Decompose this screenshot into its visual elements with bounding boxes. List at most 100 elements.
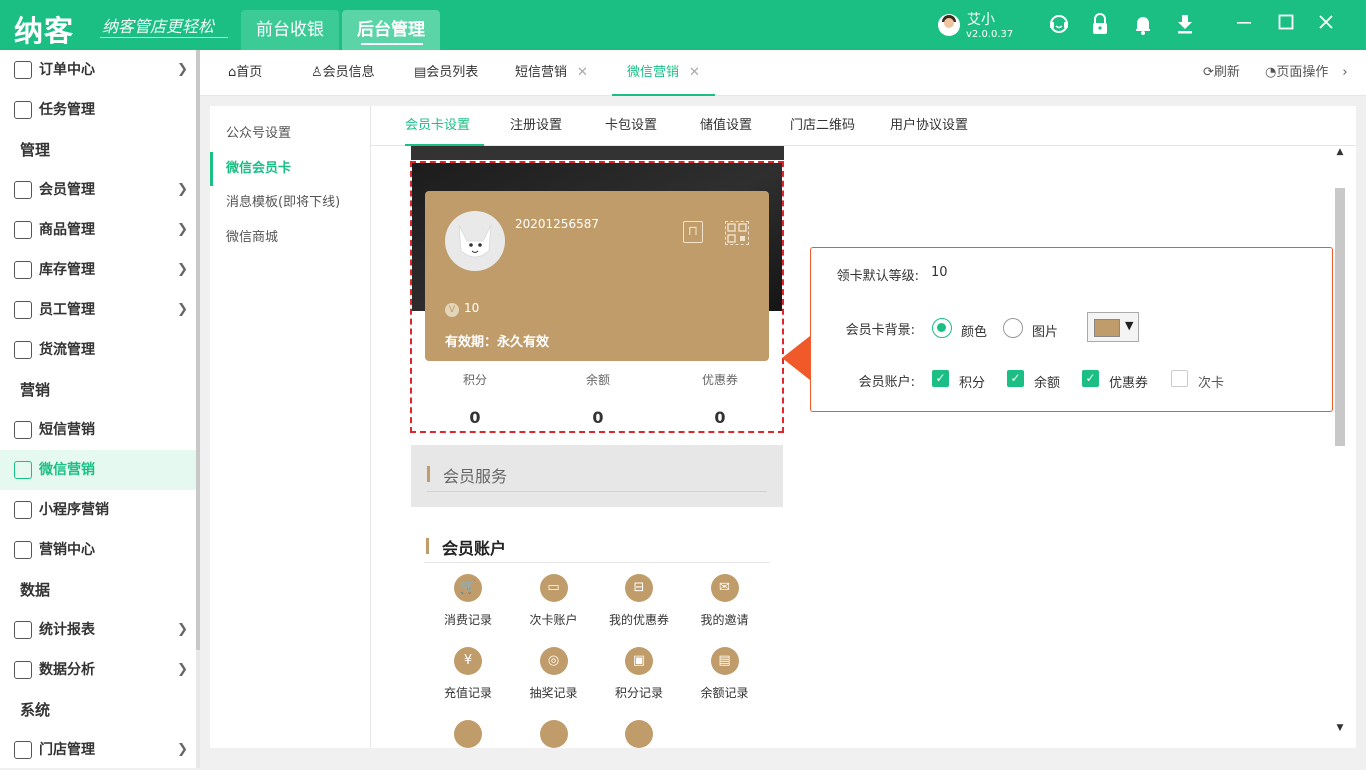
card-stat-1: 余额 0: [543, 371, 653, 427]
sidebar-item-9[interactable]: 短信营销: [0, 410, 196, 450]
tab-close-icon[interactable]: ✕: [577, 65, 588, 80]
bell-icon[interactable]: [1131, 13, 1155, 37]
inner-tab-0[interactable]: 会员卡设置: [405, 106, 485, 146]
color-picker[interactable]: ▼: [1087, 312, 1139, 342]
refresh-button[interactable]: ⟳刷新: [1203, 50, 1240, 96]
member-account-title: 会员账户: [442, 539, 507, 558]
account-item-label: 我的邀请: [700, 613, 749, 627]
page-operations-button[interactable]: ◔页面操作 ›: [1265, 50, 1348, 96]
bg-color-radio[interactable]: [932, 318, 952, 338]
sidebar-item-6[interactable]: 员工管理 ❯: [0, 290, 196, 330]
sidebar-item-label: 订单中心: [39, 62, 95, 78]
sidebar-item-label: 商品管理: [39, 222, 95, 238]
account-checkbox-1[interactable]: ✓: [1007, 370, 1024, 387]
lock-icon[interactable]: [1088, 13, 1112, 37]
account-checkbox-3[interactable]: [1171, 370, 1188, 387]
account-item-2[interactable]: ⊟ 我的优惠券: [599, 574, 679, 628]
headset-icon[interactable]: [1047, 13, 1071, 37]
sidebar-item-label: 会员管理: [39, 182, 95, 198]
inner-tab-4[interactable]: 门店二维码: [790, 106, 855, 146]
bg-color-label: 颜色: [961, 325, 988, 340]
account-item-6[interactable]: ▣ 积分记录: [599, 647, 679, 701]
content-scrollbar[interactable]: ▲ ▼: [1334, 146, 1346, 738]
sidebar-item-7[interactable]: 货流管理: [0, 330, 196, 370]
stat-label: 余额: [585, 373, 610, 387]
account-item-5[interactable]: ◎ 抽奖记录: [514, 647, 594, 701]
card-avatar: [445, 211, 505, 271]
qr-code-icon[interactable]: [725, 221, 749, 245]
sidebar-item-11[interactable]: 小程序营销: [0, 490, 196, 530]
vip-icon: V: [445, 303, 459, 317]
minimize-icon[interactable]: [1232, 13, 1256, 37]
inner-tab-5[interactable]: 用户协议设置: [890, 106, 968, 146]
sidebar-scrollbar[interactable]: [196, 50, 200, 768]
close-icon[interactable]: [1314, 13, 1338, 37]
account-item-partial[interactable]: [599, 720, 679, 748]
tab-label: 微信营销: [627, 65, 680, 80]
tab-0[interactable]: ⌂首页: [228, 50, 262, 96]
tab-label: 会员信息: [322, 65, 375, 80]
tab-2[interactable]: ▤会员列表: [414, 50, 478, 96]
sidebar-item-5[interactable]: 库存管理 ❯: [0, 250, 196, 290]
nav-back-office[interactable]: 后台管理: [342, 10, 440, 50]
member-account-section: 会员账户 🛒 消费记录 ▭ 次卡账户 ⊟ 我的优惠券 ✉ 我的邀请 ¥ 充值记录 ◎ 抽奖记录 ▣ 积分记…: [410, 516, 784, 748]
sidebar-item-label: 微信营销: [39, 462, 95, 478]
sidebar-item-4[interactable]: 商品管理 ❯: [0, 210, 196, 250]
chevron-right-icon: ❯: [177, 662, 188, 677]
inner-tab-2[interactable]: 卡包设置: [605, 106, 657, 146]
account-item-1[interactable]: ▭ 次卡账户: [514, 574, 594, 628]
nav-back-office-label: 后台管理: [357, 20, 425, 40]
subnav-item-0[interactable]: 公众号设置: [210, 117, 370, 151]
nav-front-cashier[interactable]: 前台收银: [241, 10, 339, 50]
tab-label: 短信营销: [515, 65, 568, 80]
sidebar-item-10[interactable]: 微信营销: [0, 450, 196, 490]
member-services-title: 会员服务: [443, 467, 508, 486]
account-item-0[interactable]: 🛒 消费记录: [428, 574, 508, 628]
maximize-icon[interactable]: [1274, 13, 1298, 37]
bg-image-radio[interactable]: [1003, 318, 1023, 338]
account-item-4[interactable]: ¥ 充值记录: [428, 647, 508, 701]
stat-value: 0: [592, 408, 604, 427]
account-item-label: 充值记录: [443, 686, 492, 700]
default-level-value[interactable]: 10: [931, 265, 948, 280]
account-item-3[interactable]: ✉ 我的邀请: [685, 574, 765, 628]
account-checkbox-0[interactable]: ✓: [932, 370, 949, 387]
sidebar-item-15[interactable]: 数据分析 ❯: [0, 650, 196, 690]
subnav-item-1[interactable]: 微信会员卡: [210, 151, 370, 186]
scroll-thumb[interactable]: [1335, 188, 1345, 446]
sidebar-item-14[interactable]: 统计报表 ❯: [0, 610, 196, 650]
member-card-zone[interactable]: 20201256587 ⊓ V 10 有效期：永久有效 积分 0 余额 0 优惠券 0: [410, 161, 784, 433]
tab-label: 会员列表: [426, 65, 479, 80]
account-item-partial[interactable]: [428, 720, 508, 748]
account-item-partial[interactable]: [514, 720, 594, 748]
sidebar-item-0[interactable]: 订单中心 ❯: [0, 50, 196, 90]
inner-tab-1[interactable]: 注册设置: [510, 106, 562, 146]
scroll-up-arrow-icon[interactable]: ▲: [1334, 146, 1346, 158]
sidebar-item-label: 营销中心: [39, 542, 95, 558]
sidebar-item-17[interactable]: 门店管理 ❯: [0, 730, 196, 770]
sidebar-item-1[interactable]: 任务管理: [0, 90, 196, 130]
subnav-item-2[interactable]: 消息模板(即将下线): [210, 186, 370, 220]
account-checkbox-2[interactable]: ✓: [1082, 370, 1099, 387]
sidebar-scroll-thumb[interactable]: [196, 50, 200, 650]
tab-1[interactable]: ♙会员信息: [311, 50, 375, 96]
sidebar-item-12[interactable]: 营销中心: [0, 530, 196, 570]
tab-close-icon[interactable]: ✕: [689, 65, 700, 80]
account-partial-icon: [454, 720, 482, 748]
tab-4[interactable]: 微信营销 ✕: [612, 50, 715, 96]
sidebar-item-label: 任务管理: [39, 102, 95, 118]
analysis-icon: [14, 661, 32, 679]
account-item-7[interactable]: ▤ 余额记录: [685, 647, 765, 701]
inner-tabs: 会员卡设置 注册设置 卡包设置 储值设置 门店二维码 用户协议设置: [371, 106, 1356, 146]
section-divider: [424, 562, 770, 563]
section-divider: [427, 491, 767, 492]
account-partial-icon: [625, 720, 653, 748]
download-icon[interactable]: [1173, 13, 1197, 37]
scroll-down-arrow-icon[interactable]: ▼: [1334, 722, 1346, 734]
subnav-item-3[interactable]: 微信商城: [210, 221, 370, 255]
sidebar-item-3[interactable]: 会员管理 ❯: [0, 170, 196, 210]
account-checkbox-label: 次卡: [1198, 376, 1225, 391]
wheel-icon: ◎: [539, 647, 568, 675]
tab-3[interactable]: 短信营销 ✕: [515, 50, 588, 96]
inner-tab-3[interactable]: 储值设置: [700, 106, 752, 146]
